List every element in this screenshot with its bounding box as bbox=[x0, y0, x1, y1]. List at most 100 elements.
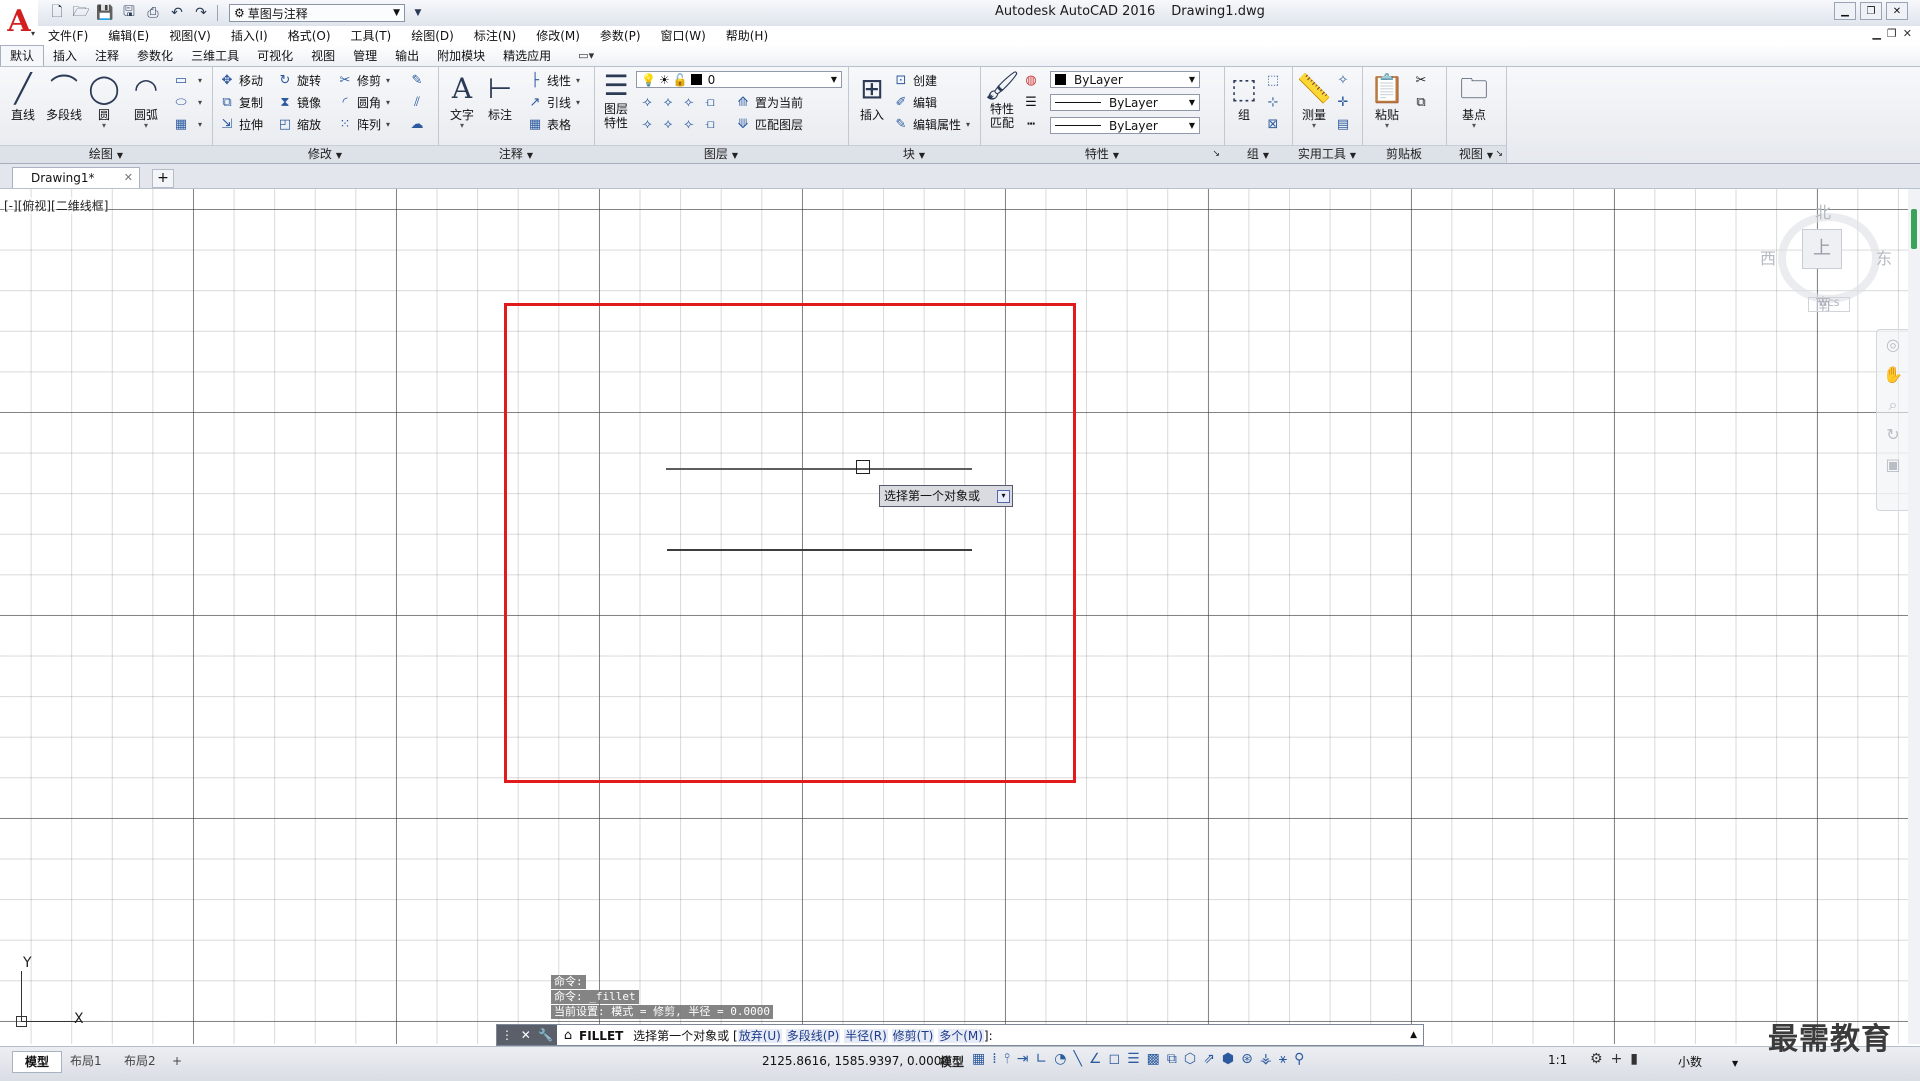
layer-thaw-icon[interactable]: ⟣ bbox=[680, 117, 698, 132]
menu-dimension[interactable]: 标注(N) bbox=[464, 27, 526, 44]
option-polyline[interactable]: 多段线(P) bbox=[785, 1028, 841, 1043]
panel-title-utilities[interactable]: 实用工具 ▼ bbox=[1292, 145, 1362, 163]
add-layout-button[interactable]: + bbox=[166, 1051, 188, 1071]
doc-close-icon[interactable]: ✕ bbox=[1903, 27, 1912, 40]
compass-west[interactable]: 西 bbox=[1760, 245, 1776, 269]
annotation-scale-value[interactable]: 1:1 bbox=[1548, 1053, 1567, 1067]
dimension-button[interactable]: ⊢ 标注 bbox=[482, 70, 518, 122]
trim-button[interactable]: ✂ 修剪 ▾ bbox=[336, 69, 390, 91]
fillet-button[interactable]: ◜ 圆角 ▾ bbox=[336, 91, 390, 113]
offset-button[interactable]: ⫽ bbox=[408, 91, 429, 113]
close-icon[interactable]: ✕ bbox=[521, 1028, 531, 1042]
tab-addins[interactable]: 附加模块 bbox=[428, 46, 494, 66]
tab-view[interactable]: 视图 bbox=[302, 46, 344, 66]
lineweight-button[interactable]: ☰ bbox=[1022, 91, 1043, 113]
copy-clip-button[interactable]: ⧉ bbox=[1412, 91, 1433, 113]
stretch-button[interactable]: ⇲ 拉伸 bbox=[218, 113, 263, 135]
new-tab-button[interactable]: + bbox=[152, 169, 174, 188]
command-line[interactable]: ⋮ ✕ 🔧 ⌂ FILLET 选择第一个对象或 [放弃(U) 多段线(P) 半径… bbox=[496, 1024, 1424, 1046]
tab-3d-tools[interactable]: 三维工具 bbox=[182, 46, 248, 66]
create-block-button[interactable]: ⊡ 创建 bbox=[892, 69, 937, 91]
panel-title-block[interactable]: 块 ▼ bbox=[848, 145, 980, 163]
dynamic-input-icon[interactable]: ⇥ bbox=[1017, 1051, 1029, 1067]
group-select-button[interactable]: ⊠ bbox=[1264, 113, 1285, 135]
wrench-icon[interactable]: 🔧 bbox=[538, 1028, 553, 1042]
annotation-scale-icon[interactable]: ⚲ bbox=[1294, 1051, 1304, 1067]
base-point-button[interactable]: 🗀 基点 ▾ bbox=[1454, 70, 1494, 130]
workspace-switcher[interactable]: ⚙ 草图与注释 ▼ bbox=[229, 4, 405, 22]
tab-insert[interactable]: 插入 bbox=[44, 46, 86, 66]
edit-attributes-button[interactable]: ✎ 编辑属性 ▾ bbox=[892, 113, 970, 135]
wcs-menu[interactable]: WCS bbox=[1808, 297, 1850, 312]
panel-title-annotation[interactable]: 注释 ▼ bbox=[438, 145, 594, 163]
tab-featured-apps[interactable]: 精选应用 bbox=[494, 46, 560, 66]
linetype-dropdown[interactable]: ByLayer ▼ bbox=[1050, 117, 1200, 134]
3d-object-snap-icon[interactable]: ⬡ bbox=[1184, 1051, 1196, 1067]
option-trim[interactable]: 修剪(T) bbox=[891, 1028, 935, 1043]
ribbon-display-toggle-icon[interactable]: ▭▾ bbox=[578, 46, 594, 66]
panel-title-layers[interactable]: 图层 ▼ bbox=[594, 145, 848, 163]
compass-east[interactable]: 东 bbox=[1876, 245, 1892, 269]
annotation-visibility-icon[interactable]: ⚶ bbox=[1260, 1051, 1272, 1067]
cut-button[interactable]: ✂ bbox=[1412, 69, 1433, 91]
layout-tab-layout2[interactable]: 布局2 bbox=[112, 1051, 168, 1071]
set-current-button[interactable]: ⟰ 置为当前 bbox=[734, 91, 803, 113]
table-button[interactable]: ▦ 表格 bbox=[526, 113, 571, 135]
arc-button[interactable]: ◠ 圆弧 ▾ bbox=[124, 70, 168, 130]
panel-title-properties[interactable]: 特性 ▼ ↘ bbox=[980, 145, 1224, 163]
tab-output[interactable]: 输出 bbox=[386, 46, 428, 66]
vertical-scrollbar[interactable] bbox=[1908, 189, 1920, 1044]
leader-button[interactable]: ↗ 引线 ▾ bbox=[526, 91, 580, 113]
viewcube-top-face[interactable]: 上 bbox=[1802, 229, 1842, 269]
tab-visualize[interactable]: 可视化 bbox=[248, 46, 302, 66]
cursor-coordinates[interactable]: 2125.8616, 1585.9397, 0.0000 bbox=[762, 1054, 949, 1068]
grid-icon[interactable]: ▦ bbox=[972, 1051, 985, 1067]
layer-lock-icon[interactable]: ⟤ bbox=[701, 95, 719, 110]
maximize-button[interactable]: ❐ bbox=[1860, 2, 1882, 20]
isodraft-icon[interactable]: ╲ bbox=[1073, 1051, 1081, 1067]
units-dropdown[interactable]: 小数 ▼ bbox=[1678, 1053, 1738, 1070]
quick-select-button[interactable]: ✧ bbox=[1334, 69, 1355, 91]
auto-scale-icon[interactable]: ⚹ bbox=[1279, 1051, 1287, 1067]
match-layer-button[interactable]: ⟱ 匹配图层 bbox=[734, 113, 803, 135]
close-icon[interactable]: ✕ bbox=[124, 168, 133, 188]
insert-block-button[interactable]: ⊞ 插入 bbox=[852, 70, 892, 122]
layer-freeze-icon[interactable]: ⟣ bbox=[680, 95, 698, 110]
text-button[interactable]: A 文字 ▾ bbox=[444, 70, 480, 130]
transparency-icon[interactable]: ▩ bbox=[1147, 1051, 1160, 1067]
layer-isolate-icon[interactable]: ⟡ bbox=[659, 95, 677, 110]
hardware-acceleration-icon[interactable]: ▮ bbox=[1630, 1051, 1638, 1067]
erase-button[interactable]: ✎ bbox=[408, 69, 429, 91]
calculator-button[interactable]: ▤ bbox=[1334, 113, 1355, 135]
dialog-launcher-icon[interactable]: ↘ bbox=[1495, 146, 1503, 163]
scale-button[interactable]: ◰ 缩放 bbox=[276, 113, 321, 135]
menu-modify[interactable]: 修改(M) bbox=[526, 27, 590, 44]
point-coords-button[interactable]: ✛ bbox=[1334, 91, 1355, 113]
viewport-controls[interactable]: [-][俯视][二维线框] bbox=[4, 197, 109, 214]
minimize-button[interactable]: ▁ bbox=[1834, 2, 1856, 20]
rectangle-button[interactable]: ▭ ▾ bbox=[172, 69, 202, 91]
menu-draw[interactable]: 绘图(D) bbox=[401, 27, 464, 44]
paste-button[interactable]: 📋 粘贴 ▾ bbox=[1368, 70, 1406, 130]
scrollbar-thumb[interactable] bbox=[1911, 209, 1917, 249]
command-line-grip-icon[interactable]: ⋮ bbox=[497, 1025, 517, 1045]
mirror-button[interactable]: ⧗ 镜像 bbox=[276, 91, 321, 113]
tab-annotate[interactable]: 注释 bbox=[86, 46, 128, 66]
panel-title-modify[interactable]: 修改 ▼ bbox=[212, 145, 438, 163]
doc-restore-icon[interactable]: ❐ bbox=[1887, 27, 1897, 40]
gear-icon[interactable]: ⚙ bbox=[1590, 1051, 1603, 1067]
rotate-button[interactable]: ↻ 旋转 bbox=[276, 69, 321, 91]
plus-icon[interactable]: + bbox=[1611, 1051, 1623, 1067]
move-button[interactable]: ✥ 移动 bbox=[218, 69, 263, 91]
ungroup-button[interactable]: ⬚ bbox=[1264, 69, 1285, 91]
open-file-icon[interactable]: 🗁 bbox=[70, 3, 92, 23]
undo-icon[interactable]: ↶ bbox=[166, 3, 188, 23]
steering-wheel-icon[interactable]: ◎ bbox=[1877, 330, 1909, 360]
menu-insert[interactable]: 插入(I) bbox=[221, 27, 278, 44]
redo-icon[interactable]: ↷ bbox=[190, 3, 212, 23]
array-button[interactable]: ⁙ 阵列 ▾ bbox=[336, 113, 390, 135]
panel-title-groups[interactable]: 组 ▼ bbox=[1224, 145, 1292, 163]
tooltip-options-icon[interactable]: ▾ bbox=[997, 490, 1010, 503]
option-multiple[interactable]: 多个(M) bbox=[938, 1028, 984, 1043]
command-prompt-text[interactable]: FILLET 选择第一个对象或 [放弃(U) 多段线(P) 半径(R) 修剪(T… bbox=[579, 1027, 993, 1044]
